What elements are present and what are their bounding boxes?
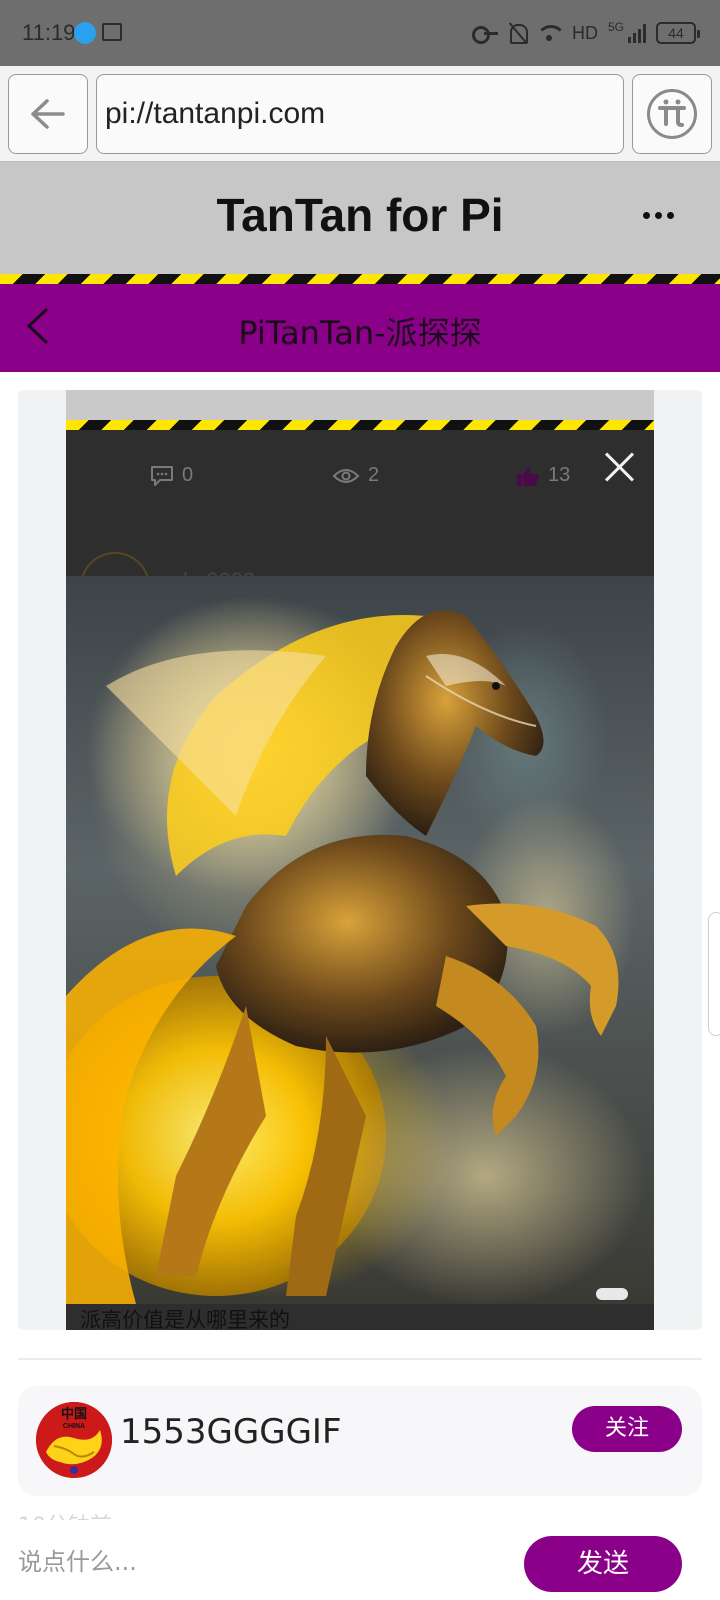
avatar-text: 中国 xyxy=(61,1406,87,1422)
pi-browser-button[interactable] xyxy=(632,74,712,154)
post-stats: 0 2 13 xyxy=(66,456,654,500)
wifi-icon xyxy=(537,23,562,43)
key-icon xyxy=(471,26,498,44)
comment-icon xyxy=(151,465,173,486)
post-image[interactable] xyxy=(66,576,654,1304)
avatar[interactable]: 中国 CHINA xyxy=(36,1402,112,1478)
hazard-stripe xyxy=(0,274,720,284)
page-indicator xyxy=(596,1288,628,1300)
comment-count-value: 0 xyxy=(182,464,194,486)
view-count-value: 2 xyxy=(368,464,380,486)
battery-icon: 44 xyxy=(656,22,700,44)
section-divider xyxy=(18,1358,702,1360)
app-header: TanTan for Pi xyxy=(0,162,720,274)
pi-coin-icon xyxy=(647,89,697,139)
author-name[interactable]: 1553GGGGIF xyxy=(120,1412,342,1452)
thumbs-up-icon xyxy=(517,466,539,486)
comment-input[interactable]: 说点什么... xyxy=(18,1542,137,1577)
modal-hazard-stripe xyxy=(66,420,654,430)
status-icons: HD 5G 44 xyxy=(471,20,700,46)
eye-icon xyxy=(332,468,360,483)
post-viewer-modal: 0 2 13 zhy0003zz xyxy=(66,390,654,1330)
like-count-value: 13 xyxy=(548,464,571,486)
post-caption: 派高价值是从哪里来的 xyxy=(80,1308,290,1330)
network-gen: 5G xyxy=(607,20,624,34)
like-count[interactable]: 13 xyxy=(516,464,570,487)
bell-muted-icon xyxy=(508,22,528,44)
page-title: PiTanTan-派探探 xyxy=(238,314,482,352)
arrow-left-icon xyxy=(31,99,65,129)
view-count: 2 xyxy=(332,464,379,487)
modal-header xyxy=(66,390,654,420)
gallery-icon xyxy=(102,23,122,41)
horse-artwork xyxy=(66,596,646,1304)
send-button[interactable]: 发送 xyxy=(524,1536,682,1592)
close-icon[interactable] xyxy=(602,450,636,484)
follow-button[interactable]: 关注 xyxy=(572,1406,682,1452)
network-type: HD xyxy=(571,22,598,43)
side-drawer-handle[interactable] xyxy=(708,912,720,1036)
battery-level: 44 xyxy=(668,25,684,41)
browser-bar: pi://tantanpi.com xyxy=(0,66,720,162)
status-bar: 11:19 HD 5G 44 xyxy=(0,0,720,66)
signal-icon xyxy=(628,23,646,43)
app-title: TanTan for Pi xyxy=(216,189,504,241)
more-dots-icon[interactable] xyxy=(643,212,674,219)
china-dragon-avatar: 中国 CHINA xyxy=(36,1402,112,1478)
comment-bar: 说点什么... 发送 xyxy=(0,1520,720,1600)
author-card: 中国 CHINA 1553GGGGIF 关注 xyxy=(18,1386,702,1496)
browser-back-button[interactable] xyxy=(8,74,88,154)
avatar-subtext: CHINA xyxy=(63,1423,85,1430)
status-time: 11:19 xyxy=(22,20,76,45)
url-input[interactable]: pi://tantanpi.com xyxy=(96,74,624,154)
comment-count[interactable]: 0 xyxy=(150,464,193,487)
app-notification-icon xyxy=(74,22,96,44)
page-nav-bar: PiTanTan-派探探 xyxy=(0,284,720,372)
